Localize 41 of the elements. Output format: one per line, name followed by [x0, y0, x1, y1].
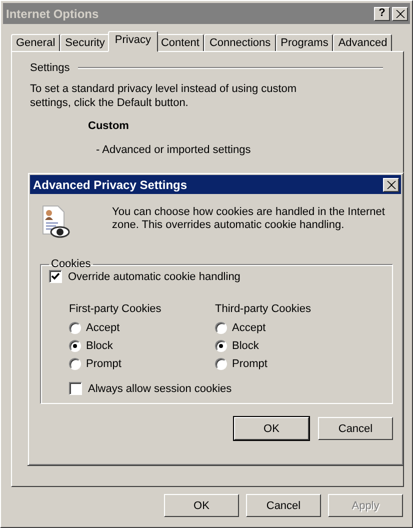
tab[interactable]: Advanced	[333, 34, 392, 52]
radio-button[interactable]	[69, 322, 81, 334]
group-heading: Cookies	[50, 258, 92, 270]
checkbox[interactable]	[49, 270, 62, 283]
privacy-level: Custom	[88, 120, 130, 132]
radio-label: Prompt	[232, 358, 268, 370]
tab[interactable]: General	[11, 34, 60, 52]
radio-label: Block	[86, 340, 113, 352]
help-button[interactable]: ?	[374, 6, 390, 20]
radio-button[interactable]	[215, 340, 227, 352]
tab[interactable]: Programs	[276, 34, 334, 52]
description-text: You can choose how cookies are handled in the Internet zone. This overrides automatic cookie handling.	[112, 206, 386, 233]
radio-button[interactable]	[69, 358, 81, 370]
tab[interactable]: Connections	[204, 34, 276, 52]
group-heading: Settings	[30, 62, 70, 74]
column-heading: First-party Cookies	[69, 303, 162, 315]
radio-label: Accept	[86, 322, 120, 334]
dialog-button[interactable]: Cancel	[246, 494, 321, 517]
radio-label: Accept	[232, 322, 266, 334]
tab[interactable]: Privacy	[108, 31, 158, 52]
dialog-button[interactable]: OK	[234, 417, 309, 440]
close-button[interactable]	[392, 6, 408, 20]
checkbox-label: Override automatic cookie handling	[68, 270, 240, 282]
radio-label: Prompt	[86, 358, 122, 370]
radio-button[interactable]	[215, 322, 227, 334]
close-icon	[386, 180, 396, 188]
tab[interactable]: Security	[60, 34, 110, 52]
radio-label: Block	[232, 340, 259, 352]
checkbox-label: Always allow session cookies	[88, 382, 232, 394]
window-title: Internet Options	[6, 6, 99, 20]
radio-button[interactable]	[69, 340, 81, 352]
close-icon	[396, 10, 404, 18]
dialog-button[interactable]: OK	[164, 494, 239, 517]
dialog-button[interactable]: Cancel	[318, 417, 393, 440]
column-heading: Third-party Cookies	[215, 303, 312, 315]
radio-button[interactable]	[215, 358, 227, 370]
close-button[interactable]	[383, 178, 399, 192]
level-description: - Advanced or imported settings	[96, 144, 252, 156]
checkbox[interactable]	[69, 382, 82, 395]
instruction-text: To set a standard privacy level instead of using custom settings, click the Default button.	[30, 82, 298, 110]
dialog-title: Advanced Privacy Settings	[33, 178, 188, 192]
